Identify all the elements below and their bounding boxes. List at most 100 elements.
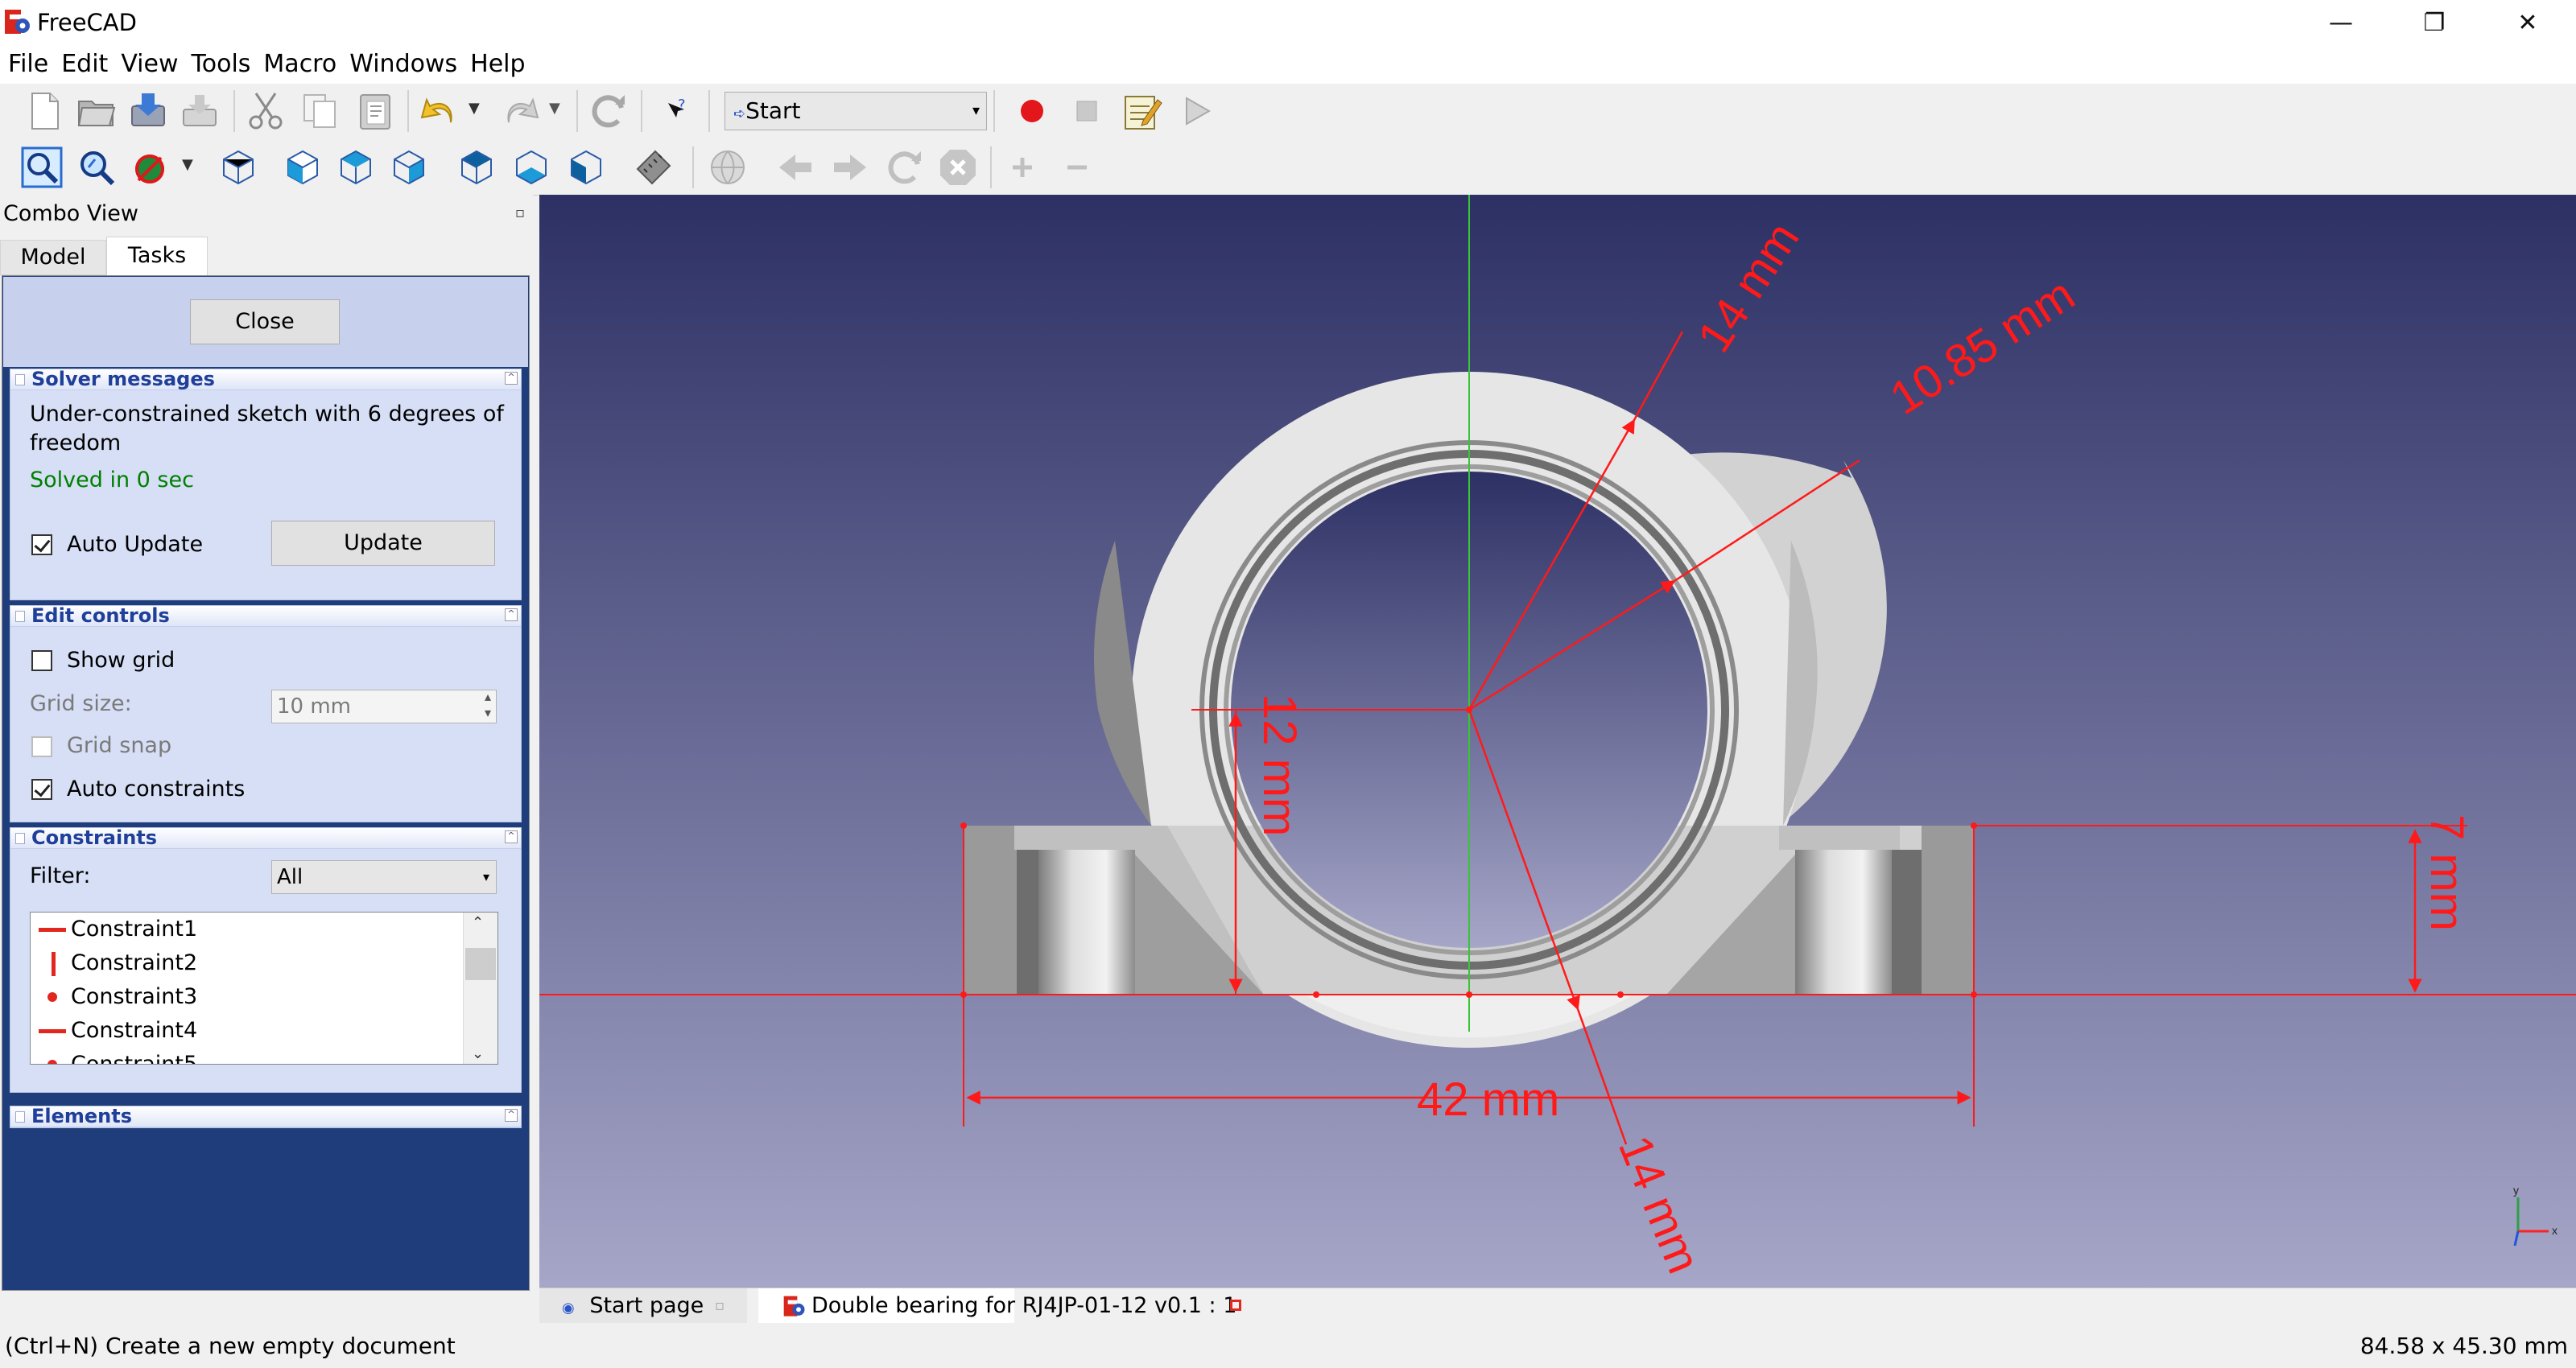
stop-macro-icon[interactable] xyxy=(1064,89,1109,134)
right-view-icon[interactable] xyxy=(386,145,431,190)
close-document-tab-icon[interactable] xyxy=(1230,1300,1241,1311)
forward-icon[interactable] xyxy=(828,145,873,190)
show-grid-checkbox[interactable] xyxy=(31,650,52,671)
collapse-icon[interactable]: ^ xyxy=(505,372,518,385)
constraints-header[interactable]: Constraints ^ xyxy=(10,826,521,849)
grid-snap-checkbox[interactable] xyxy=(31,736,52,757)
zoom-out-icon[interactable] xyxy=(1055,145,1100,190)
tab-model[interactable]: Model xyxy=(0,240,106,275)
draw-style-dropdown-icon[interactable]: ▼ xyxy=(182,156,193,173)
freecad-logo-icon xyxy=(5,10,30,34)
fit-selection-icon[interactable] xyxy=(74,145,119,190)
list-item-constraint4[interactable]: Constraint4 xyxy=(35,1014,197,1048)
undo-dropdown-icon[interactable]: ▼ xyxy=(469,100,480,117)
edit-macro-icon[interactable] xyxy=(1119,89,1164,134)
front-view-icon[interactable] xyxy=(280,145,325,190)
top-view-icon[interactable] xyxy=(333,145,378,190)
dimension-label-7mm[interactable]: 7 mm xyxy=(2421,814,2473,931)
draw-style-icon[interactable] xyxy=(129,145,174,190)
update-button[interactable]: Update xyxy=(271,521,495,566)
refresh-icon[interactable] xyxy=(586,89,631,134)
reload-icon[interactable] xyxy=(882,145,927,190)
solved-status: Solved in 0 sec xyxy=(30,468,194,492)
tab-start-page[interactable]: ◉ Start page ▫ xyxy=(539,1288,747,1324)
solver-messages-header[interactable]: Solver messages ^ xyxy=(10,368,521,390)
list-scrollbar[interactable]: ⌃ ⌄ xyxy=(463,913,497,1064)
isometric-view-icon[interactable] xyxy=(216,145,261,190)
save-icon[interactable] xyxy=(126,89,171,134)
list-item-constraint1[interactable]: Constraint1 xyxy=(35,913,197,946)
back-icon[interactable] xyxy=(773,145,818,190)
tab-document[interactable]: Double bearing for RJ4JP-01-12 v0.1 : 1 xyxy=(758,1288,1236,1324)
dimension-label-12mm[interactable]: 12 mm xyxy=(1253,694,1306,836)
scroll-down-icon[interactable]: ⌄ xyxy=(472,1045,484,1062)
3d-viewport[interactable]: 14 mm 10.85 mm 12 mm 7 mm 42 mm 14 mm y … xyxy=(539,195,2576,1288)
collapse-icon[interactable]: ^ xyxy=(505,830,518,843)
menu-bar: File Edit View Tools Macro Windows Help xyxy=(0,45,2576,84)
filter-select[interactable]: All ▾ xyxy=(271,860,497,894)
point-constraint-icon xyxy=(47,992,57,1002)
scroll-up-icon[interactable]: ⌃ xyxy=(472,914,484,931)
menu-windows[interactable]: Windows xyxy=(343,45,464,84)
paste-icon[interactable] xyxy=(353,89,398,134)
menu-help[interactable]: Help xyxy=(464,45,531,84)
save-as-icon[interactable] xyxy=(177,89,222,134)
workbench-selector[interactable]: ➪Start ▾ xyxy=(724,92,987,130)
restore-button[interactable]: ❐ xyxy=(2388,0,2481,45)
close-button[interactable]: Close xyxy=(190,299,340,344)
fit-all-icon[interactable] xyxy=(19,145,64,190)
close-tab-icon[interactable]: ▫ xyxy=(715,1288,724,1324)
menu-edit[interactable]: Edit xyxy=(55,45,114,84)
menu-macro[interactable]: Macro xyxy=(257,45,343,84)
measure-icon[interactable] xyxy=(631,145,676,190)
view-toolbar: ▼ xyxy=(0,140,2576,196)
title-bar: FreeCAD — ❐ ✕ xyxy=(0,0,2576,45)
redo-dropdown-icon[interactable]: ▼ xyxy=(549,100,560,117)
panel-icon xyxy=(15,833,25,844)
undock-icon[interactable]: ▫ xyxy=(515,204,525,221)
scrollbar-thumb[interactable] xyxy=(465,948,496,980)
open-folder-icon[interactable] xyxy=(74,89,119,134)
zoom-in-icon[interactable] xyxy=(1000,145,1045,190)
close-window-button[interactable]: ✕ xyxy=(2481,0,2574,45)
cut-icon[interactable] xyxy=(243,89,288,134)
menu-file[interactable]: File xyxy=(0,45,55,84)
list-item-constraint5[interactable]: Constraint5 xyxy=(35,1048,197,1064)
tab-tasks[interactable]: Tasks xyxy=(106,237,208,275)
stop-loading-icon[interactable] xyxy=(935,145,980,190)
dimension-label-42mm[interactable]: 42 mm xyxy=(1417,1073,1559,1126)
spinner-icon[interactable]: ▴ ▾ xyxy=(485,689,491,721)
combo-view-title: Combo View xyxy=(3,201,138,226)
constraints-list[interactable]: Constraint1 Constraint2 Constraint3 Cons… xyxy=(30,912,498,1065)
list-item-constraint3[interactable]: Constraint3 xyxy=(35,980,197,1014)
bottom-view-icon[interactable] xyxy=(509,145,554,190)
list-item-constraint2[interactable]: Constraint2 xyxy=(35,946,197,980)
copy-icon[interactable] xyxy=(298,89,343,134)
collapse-icon[interactable]: ^ xyxy=(505,608,518,621)
minimize-button[interactable]: — xyxy=(2294,0,2388,45)
window-title: FreeCAD xyxy=(37,9,137,36)
web-home-icon[interactable] xyxy=(705,145,750,190)
left-view-icon[interactable] xyxy=(564,145,609,190)
edit-controls-header[interactable]: Edit controls ^ xyxy=(10,604,521,627)
elements-header[interactable]: Elements ^ xyxy=(10,1105,521,1127)
tab-document-label: Double bearing for RJ4JP-01-12 v0.1 : 1 xyxy=(811,1293,1237,1318)
collapse-icon[interactable]: ^ xyxy=(505,1109,518,1122)
auto-update-checkbox[interactable] xyxy=(31,534,52,555)
rear-view-icon[interactable] xyxy=(454,145,499,190)
auto-constraints-checkbox[interactable] xyxy=(31,779,52,800)
execute-macro-icon[interactable] xyxy=(1174,89,1219,134)
svg-text:x: x xyxy=(2552,1224,2557,1237)
view-dimensions: 84.58 x 45.30 mm xyxy=(2359,1333,2568,1359)
record-macro-icon[interactable] xyxy=(1009,89,1055,134)
undo-icon[interactable] xyxy=(417,89,462,134)
grid-size-input[interactable]: 10 mm ▴ ▾ xyxy=(271,689,497,723)
redo-icon[interactable] xyxy=(497,89,543,134)
solver-message-line2: freedom xyxy=(30,431,122,455)
svg-text:y: y xyxy=(2513,1184,2519,1197)
menu-tools[interactable]: Tools xyxy=(185,45,258,84)
whats-this-icon[interactable]: ? xyxy=(654,89,699,134)
menu-view[interactable]: View xyxy=(114,45,184,84)
new-document-icon[interactable] xyxy=(23,89,68,134)
solver-messages-panel: Solver messages ^ Under-constrained sket… xyxy=(10,368,522,600)
